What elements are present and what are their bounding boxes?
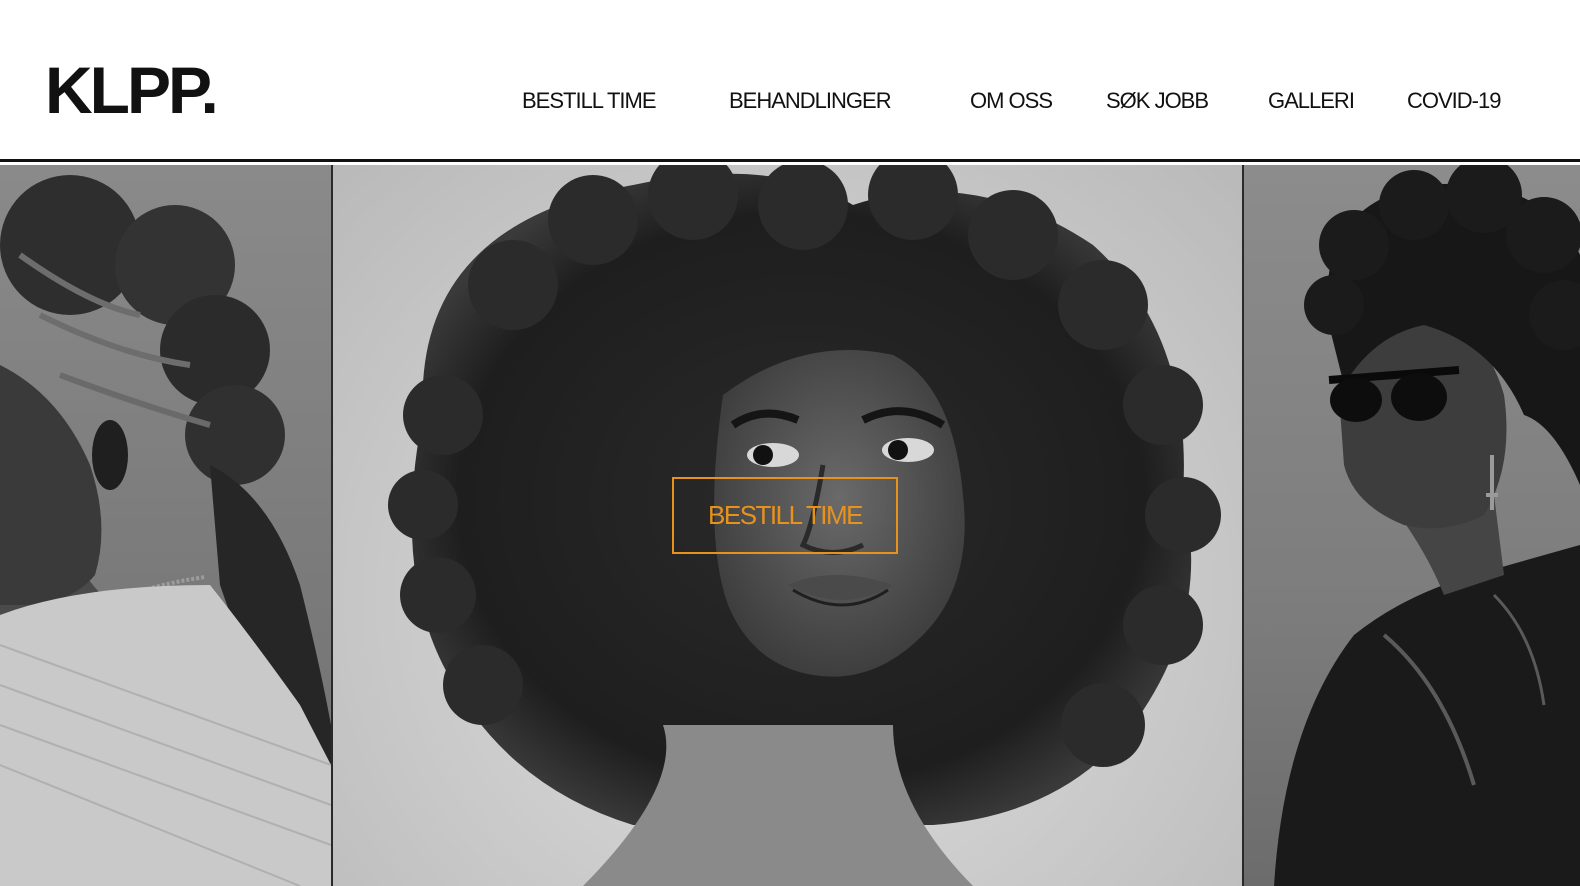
nav-item-galleri[interactable]: GALLERI — [1268, 86, 1355, 116]
site-header: KLPP. BESTILL TIME BEHANDLINGER OM OSS S… — [0, 0, 1580, 162]
nav-item-om-oss[interactable]: OM OSS — [970, 86, 1053, 116]
book-appointment-button[interactable]: BESTILL TIME — [672, 477, 898, 554]
hero-image-right — [1244, 165, 1580, 886]
hero-image-left — [0, 165, 331, 886]
nav-item-covid-19[interactable]: COVID-19 — [1407, 86, 1501, 116]
nav-item-bestill-time[interactable]: BESTILL TIME — [522, 86, 656, 116]
portrait-braided-hair-image — [0, 175, 331, 886]
nav-item-behandlinger[interactable]: BEHANDLINGER — [729, 86, 892, 116]
site-logo[interactable]: KLPP. — [45, 52, 219, 128]
nav-item-sok-jobb[interactable]: SØK JOBB — [1106, 86, 1209, 116]
portrait-sunglasses-leather-jacket-image — [1274, 165, 1580, 886]
